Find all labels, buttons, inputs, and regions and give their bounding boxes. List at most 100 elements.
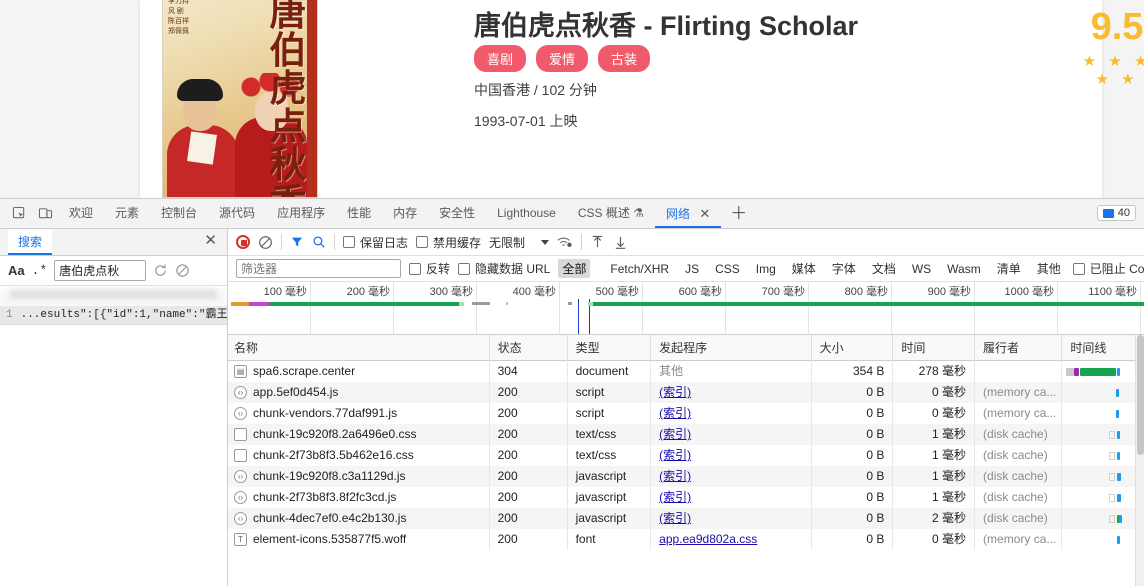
- initiator-link[interactable]: (索引): [659, 448, 691, 462]
- cell-fulfilled-by: (disk cache): [975, 424, 1063, 445]
- table-row[interactable]: chunk-2f73b8f3.5b462e16.css 200 text/css (索…: [228, 445, 1144, 466]
- initiator-link[interactable]: (索引): [659, 490, 691, 504]
- import-har-icon[interactable]: [590, 235, 605, 250]
- match-case-icon[interactable]: Aa: [8, 263, 25, 278]
- disable-cache-checkbox[interactable]: 禁用缓存: [416, 234, 481, 251]
- device-toolbar-icon[interactable]: [32, 201, 58, 227]
- table-row[interactable]: ‹› chunk-2f73b8f3.8f2fc3cd.js 200 javascrip…: [228, 487, 1144, 508]
- close-icon[interactable]: ✕: [204, 233, 217, 249]
- filter-input[interactable]: [236, 259, 401, 278]
- initiator-link[interactable]: (索引): [659, 511, 691, 525]
- tab-console[interactable]: 控制台: [150, 199, 208, 228]
- cell-initiator: (索引): [651, 403, 812, 424]
- table-row[interactable]: ‹› chunk-4dec7ef0.e4c2b130.js 200 javascrip…: [228, 508, 1144, 529]
- overview-tick: 900 毫秒: [927, 286, 971, 298]
- cell-type: javascript: [568, 466, 652, 487]
- network-panel: 保留日志 禁用缓存 无限制 筛选器 反转 隐藏数据 URL 全部 Fetch/X…: [228, 229, 1144, 586]
- genre-tag-list: 喜剧 爱情 古装: [474, 45, 651, 72]
- clear-icon[interactable]: [258, 235, 273, 250]
- export-har-icon[interactable]: [613, 235, 628, 250]
- filter-type-media[interactable]: 媒体: [788, 259, 820, 278]
- filter-type-css[interactable]: CSS: [711, 261, 744, 277]
- table-body: ▤ spa6.scrape.center 304 document 其他 354 B 278…: [228, 361, 1144, 550]
- cell-time: 1 毫秒: [893, 487, 976, 508]
- table-row[interactable]: ▤ spa6.scrape.center 304 document 其他 354 B 278…: [228, 361, 1144, 382]
- tab-search[interactable]: 搜索: [8, 229, 53, 255]
- cell-fulfilled-by: [975, 361, 1063, 382]
- filter-type-img[interactable]: Img: [752, 261, 780, 277]
- regex-icon[interactable]: .*: [32, 263, 48, 278]
- filter-type-wasm[interactable]: Wasm: [943, 261, 985, 277]
- tab-security[interactable]: 安全性: [428, 199, 486, 228]
- filter-type-fetchxhr[interactable]: Fetch/XHR: [606, 261, 673, 277]
- column-header-waterfall[interactable]: 时间线: [1062, 335, 1144, 361]
- search-result-item[interactable]: 1 ...esults":[{"id":1,"name":"霸王别姬"...: [0, 306, 227, 325]
- search-input[interactable]: [54, 260, 147, 281]
- initiator-link[interactable]: (索引): [659, 385, 691, 399]
- scrollbar-thumb[interactable]: [1137, 335, 1144, 455]
- filter-type-other[interactable]: 其他: [1033, 259, 1065, 278]
- column-header-name[interactable]: 名称: [228, 334, 490, 361]
- clear-icon[interactable]: [175, 263, 190, 278]
- tab-sources[interactable]: 源代码: [208, 199, 266, 228]
- hide-data-urls-checkbox[interactable]: 隐藏数据 URL: [458, 260, 550, 277]
- cell-status: 200: [490, 508, 568, 529]
- inspect-icon[interactable]: [6, 201, 32, 227]
- stylesheet-icon: [234, 449, 247, 462]
- waterfall-bar: [1109, 494, 1116, 502]
- tab-performance[interactable]: 性能: [336, 199, 382, 228]
- filter-type-all[interactable]: 全部: [558, 259, 591, 278]
- cell-size: 0 B: [812, 382, 894, 403]
- message-count-badge[interactable]: 40: [1096, 205, 1136, 221]
- tab-memory[interactable]: 内存: [382, 199, 428, 228]
- filter-type-js[interactable]: JS: [681, 261, 703, 277]
- tab-application[interactable]: 应用程序: [266, 199, 336, 228]
- tab-lighthouse[interactable]: Lighthouse: [486, 199, 567, 228]
- close-icon[interactable]: ✕: [699, 199, 710, 228]
- table-row[interactable]: ‹› app.5ef0d454.js 200 script (索引) 0 B0 毫秒 (me…: [228, 382, 1144, 403]
- blocked-cookies-checkbox[interactable]: 已阻止 Cookie: [1072, 260, 1144, 277]
- filter-type-font[interactable]: 字体: [828, 259, 860, 278]
- table-row[interactable]: ‹› chunk-vendors.77daf991.js 200 script (索引)…: [228, 403, 1144, 424]
- filter-type-doc[interactable]: 文档: [868, 259, 900, 278]
- column-header-size[interactable]: 大小: [812, 334, 894, 361]
- overview-tick: 600 毫秒: [678, 286, 722, 298]
- initiator-link[interactable]: (索引): [659, 427, 691, 441]
- cell-size: 0 B: [812, 424, 894, 445]
- initiator-link[interactable]: (索引): [659, 406, 691, 420]
- record-button-icon[interactable]: [236, 235, 250, 249]
- refresh-icon[interactable]: [153, 263, 168, 278]
- cell-name: Telement-icons.535877f5.woff: [228, 529, 490, 550]
- network-conditions-icon[interactable]: [557, 235, 573, 249]
- column-header-time[interactable]: 时间: [893, 334, 976, 361]
- filter-type-manifest[interactable]: 清单: [993, 259, 1025, 278]
- overview-tick: 700 毫秒: [761, 286, 805, 298]
- cell-type: javascript: [568, 487, 652, 508]
- filter-type-ws[interactable]: WS: [908, 261, 935, 277]
- search-icon[interactable]: [312, 235, 326, 249]
- add-panel-icon[interactable]: ＋: [721, 200, 756, 228]
- column-header-initiator[interactable]: 发起程序: [651, 334, 812, 361]
- tab-elements[interactable]: 元素: [104, 199, 150, 228]
- cell-fulfilled-by: (memory ca...: [975, 529, 1063, 550]
- table-row[interactable]: Telement-icons.535877f5.woff 200 font app.e…: [228, 529, 1144, 550]
- waterfall-bar: [1117, 536, 1121, 544]
- column-header-fulfilled-by[interactable]: 履行者: [975, 334, 1063, 361]
- initiator-link[interactable]: (索引): [659, 469, 691, 483]
- filter-icon[interactable]: [290, 235, 304, 249]
- table-row[interactable]: ‹› chunk-19c920f8.c3a1129d.js 200 javascrip…: [228, 466, 1144, 487]
- invert-checkbox[interactable]: 反转: [409, 260, 450, 277]
- request-name: chunk-2f73b8f3.8f2fc3cd.js: [253, 490, 397, 504]
- table-scrollbar[interactable]: [1135, 335, 1144, 586]
- throttling-select[interactable]: 无限制: [489, 234, 550, 251]
- overview-bar-segment: [459, 302, 464, 306]
- tab-css-overview[interactable]: CSS 概述 ⚗: [567, 199, 655, 228]
- network-overview-timeline[interactable]: 100 毫秒 200 毫秒 300 毫秒 400 毫秒 500 毫秒 600 毫…: [228, 282, 1144, 335]
- tab-welcome[interactable]: 欢迎: [58, 199, 104, 228]
- column-header-status[interactable]: 状态: [490, 334, 568, 361]
- preserve-log-checkbox[interactable]: 保留日志: [343, 234, 408, 251]
- column-header-type[interactable]: 类型: [568, 334, 652, 361]
- tab-network[interactable]: 网络 ✕: [654, 199, 722, 228]
- initiator-link[interactable]: app.ea9d802a.css: [659, 532, 757, 546]
- table-row[interactable]: chunk-19c920f8.2a6496e0.css 200 text/css (索…: [228, 424, 1144, 445]
